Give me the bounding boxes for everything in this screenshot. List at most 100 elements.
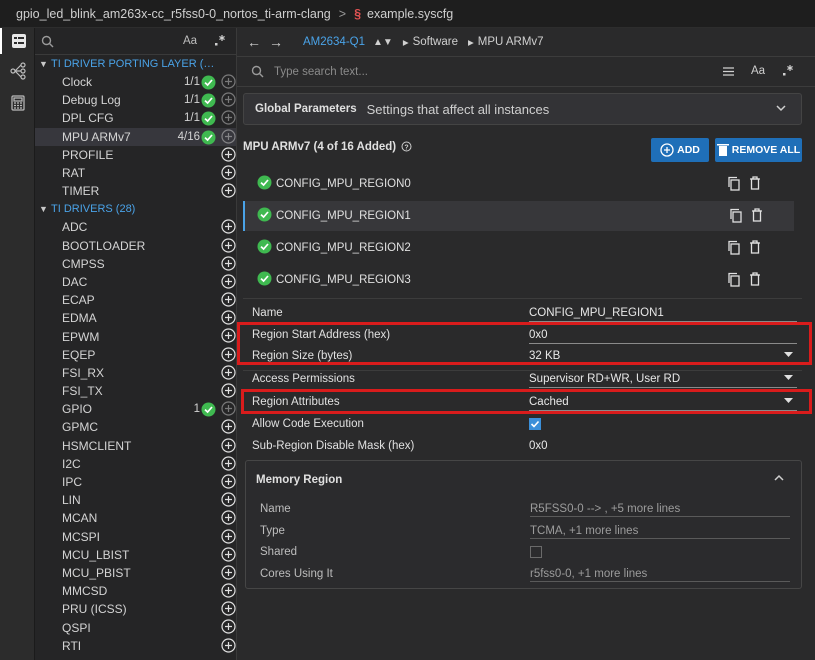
tree-item[interactable]: TIMER bbox=[35, 182, 236, 200]
tree-group[interactable]: ▼ TI DRIVERS (28) bbox=[35, 200, 236, 218]
tree-item[interactable]: MCU_PBIST bbox=[35, 564, 236, 582]
add-circle-icon[interactable] bbox=[221, 74, 236, 92]
tree-item[interactable]: MMCSD bbox=[35, 582, 236, 600]
tree-item[interactable]: DAC bbox=[35, 273, 236, 291]
tree-filter-bar[interactable]: Aa bbox=[35, 28, 236, 55]
copy-icon[interactable] bbox=[727, 272, 741, 290]
add-instance-button[interactable]: ADD bbox=[651, 138, 709, 162]
tree-item[interactable]: MCAN bbox=[35, 509, 236, 527]
calculator-view-button[interactable] bbox=[0, 90, 35, 116]
allow-code-execution-checkbox[interactable] bbox=[529, 418, 541, 430]
device-selector[interactable]: AM2634-Q1 bbox=[303, 36, 365, 48]
add-circle-icon[interactable] bbox=[221, 256, 236, 274]
tree-item[interactable]: RAT bbox=[35, 164, 236, 182]
tree-item[interactable]: PROFILE bbox=[35, 146, 236, 164]
tree-item[interactable]: HSMCLIENT bbox=[35, 437, 236, 455]
subregion-mask-field[interactable]: 0x0 bbox=[529, 438, 797, 455]
nav-crumb-software[interactable]: Software bbox=[413, 36, 458, 48]
topology-view-button[interactable] bbox=[0, 58, 35, 84]
tree-item[interactable]: MCSPI bbox=[35, 528, 236, 546]
regex-toggle-icon[interactable] bbox=[781, 63, 795, 77]
file-crumb[interactable]: example.syscfg bbox=[367, 7, 453, 21]
add-circle-icon[interactable] bbox=[221, 601, 236, 619]
access-permissions-select[interactable]: Supervisor RD+WR, User RD bbox=[529, 371, 797, 388]
add-circle-icon[interactable] bbox=[221, 419, 236, 437]
chevron-down-icon[interactable] bbox=[775, 102, 787, 114]
remove-all-button[interactable]: REMOVE ALL bbox=[715, 138, 802, 162]
config-search-bar[interactable]: Type search text... Aa bbox=[237, 57, 815, 87]
add-circle-icon[interactable] bbox=[221, 165, 236, 183]
instance-row[interactable]: CONFIG_MPU_REGION1 bbox=[243, 201, 794, 231]
match-case-toggle[interactable]: Aa bbox=[183, 35, 197, 47]
trash-icon[interactable] bbox=[749, 272, 761, 289]
instance-row[interactable]: CONFIG_MPU_REGION3 bbox=[243, 265, 794, 295]
add-circle-icon[interactable] bbox=[221, 638, 236, 656]
tree-item[interactable]: ECAP bbox=[35, 291, 236, 309]
match-case-toggle[interactable]: Aa bbox=[751, 65, 765, 77]
chevron-up-icon[interactable] bbox=[773, 472, 785, 484]
add-circle-icon[interactable] bbox=[221, 237, 236, 256]
tree-item[interactable]: IPC bbox=[35, 473, 236, 491]
add-circle-icon[interactable] bbox=[221, 547, 236, 565]
add-circle-icon[interactable] bbox=[221, 492, 236, 510]
add-circle-icon[interactable] bbox=[221, 292, 236, 310]
project-crumb[interactable]: gpio_led_blink_am263x-cc_r5fss0-0_nortos… bbox=[16, 7, 331, 21]
add-circle-icon[interactable] bbox=[221, 219, 236, 237]
trash-icon[interactable] bbox=[749, 240, 761, 257]
tree-item[interactable]: ADC bbox=[35, 218, 236, 236]
add-circle-icon[interactable] bbox=[221, 510, 236, 528]
tree-item[interactable]: QSPI bbox=[35, 618, 236, 636]
tree-item[interactable]: FSI_TX bbox=[35, 382, 236, 400]
tree-item[interactable]: RTI bbox=[35, 637, 236, 655]
add-circle-icon[interactable] bbox=[221, 310, 236, 328]
tree-item[interactable]: EPWM bbox=[35, 327, 236, 345]
instance-row[interactable]: CONFIG_MPU_REGION0 bbox=[243, 169, 794, 199]
add-circle-icon[interactable] bbox=[221, 401, 236, 419]
tree-item[interactable]: EDMA bbox=[35, 309, 236, 327]
add-circle-icon[interactable] bbox=[221, 619, 236, 637]
tree-item[interactable]: CMPSS bbox=[35, 255, 236, 273]
add-circle-icon[interactable] bbox=[221, 583, 236, 601]
tree-item[interactable]: GPMC bbox=[35, 418, 236, 436]
instance-row[interactable]: CONFIG_MPU_REGION2 bbox=[243, 233, 794, 263]
add-circle-icon[interactable] bbox=[221, 347, 236, 365]
tree-item[interactable]: PRU (ICSS) bbox=[35, 600, 236, 618]
copy-icon[interactable] bbox=[729, 208, 743, 226]
copy-icon[interactable] bbox=[727, 240, 741, 258]
tree-item[interactable]: LIN bbox=[35, 491, 236, 509]
add-circle-icon[interactable] bbox=[221, 474, 236, 492]
tree-item[interactable]: I2C bbox=[35, 455, 236, 473]
global-parameters-panel[interactable]: Global Parameters Settings that affect a… bbox=[243, 93, 802, 125]
regex-toggle-icon[interactable] bbox=[213, 33, 227, 47]
tree-item[interactable]: MPU ARMv7 4/16 bbox=[35, 127, 236, 146]
tree-item[interactable]: FSI_RX bbox=[35, 364, 236, 382]
add-circle-icon[interactable] bbox=[221, 110, 236, 128]
add-circle-icon[interactable] bbox=[221, 456, 236, 474]
configuration-view-button[interactable] bbox=[0, 28, 35, 54]
add-circle-icon[interactable] bbox=[221, 274, 236, 292]
list-view-icon[interactable] bbox=[722, 65, 735, 78]
tree-item[interactable]: EQEP bbox=[35, 346, 236, 364]
add-circle-icon[interactable] bbox=[221, 147, 236, 165]
add-circle-icon[interactable] bbox=[221, 565, 236, 583]
search-input[interactable]: Type search text... bbox=[274, 66, 368, 78]
tree-item[interactable]: GPIO 1 bbox=[35, 400, 236, 418]
add-circle-icon[interactable] bbox=[221, 528, 236, 547]
tree-group[interactable]: ▼ TI DRIVER PORTING LAYER (… bbox=[35, 55, 236, 73]
tree-item[interactable]: Debug Log 1/1 bbox=[35, 91, 236, 109]
copy-icon[interactable] bbox=[727, 176, 741, 194]
add-circle-icon[interactable] bbox=[221, 383, 236, 401]
name-field[interactable]: CONFIG_MPU_REGION1 bbox=[529, 305, 797, 322]
forward-arrow-icon[interactable]: → bbox=[269, 34, 291, 50]
trash-icon[interactable] bbox=[749, 176, 761, 193]
tree-item[interactable]: BOOTLOADER bbox=[35, 237, 236, 255]
add-circle-icon[interactable] bbox=[221, 328, 236, 346]
back-arrow-icon[interactable]: ← bbox=[247, 34, 269, 50]
add-circle-icon[interactable] bbox=[221, 183, 236, 201]
tree-item[interactable]: MCU_LBIST bbox=[35, 546, 236, 564]
device-switch-icon[interactable]: ▲▼ bbox=[373, 37, 393, 48]
add-circle-icon[interactable] bbox=[221, 92, 236, 110]
add-circle-icon[interactable] bbox=[221, 437, 236, 456]
tree-item[interactable]: DPL CFG 1/1 bbox=[35, 109, 236, 127]
tree-item[interactable]: Clock 1/1 bbox=[35, 73, 236, 91]
